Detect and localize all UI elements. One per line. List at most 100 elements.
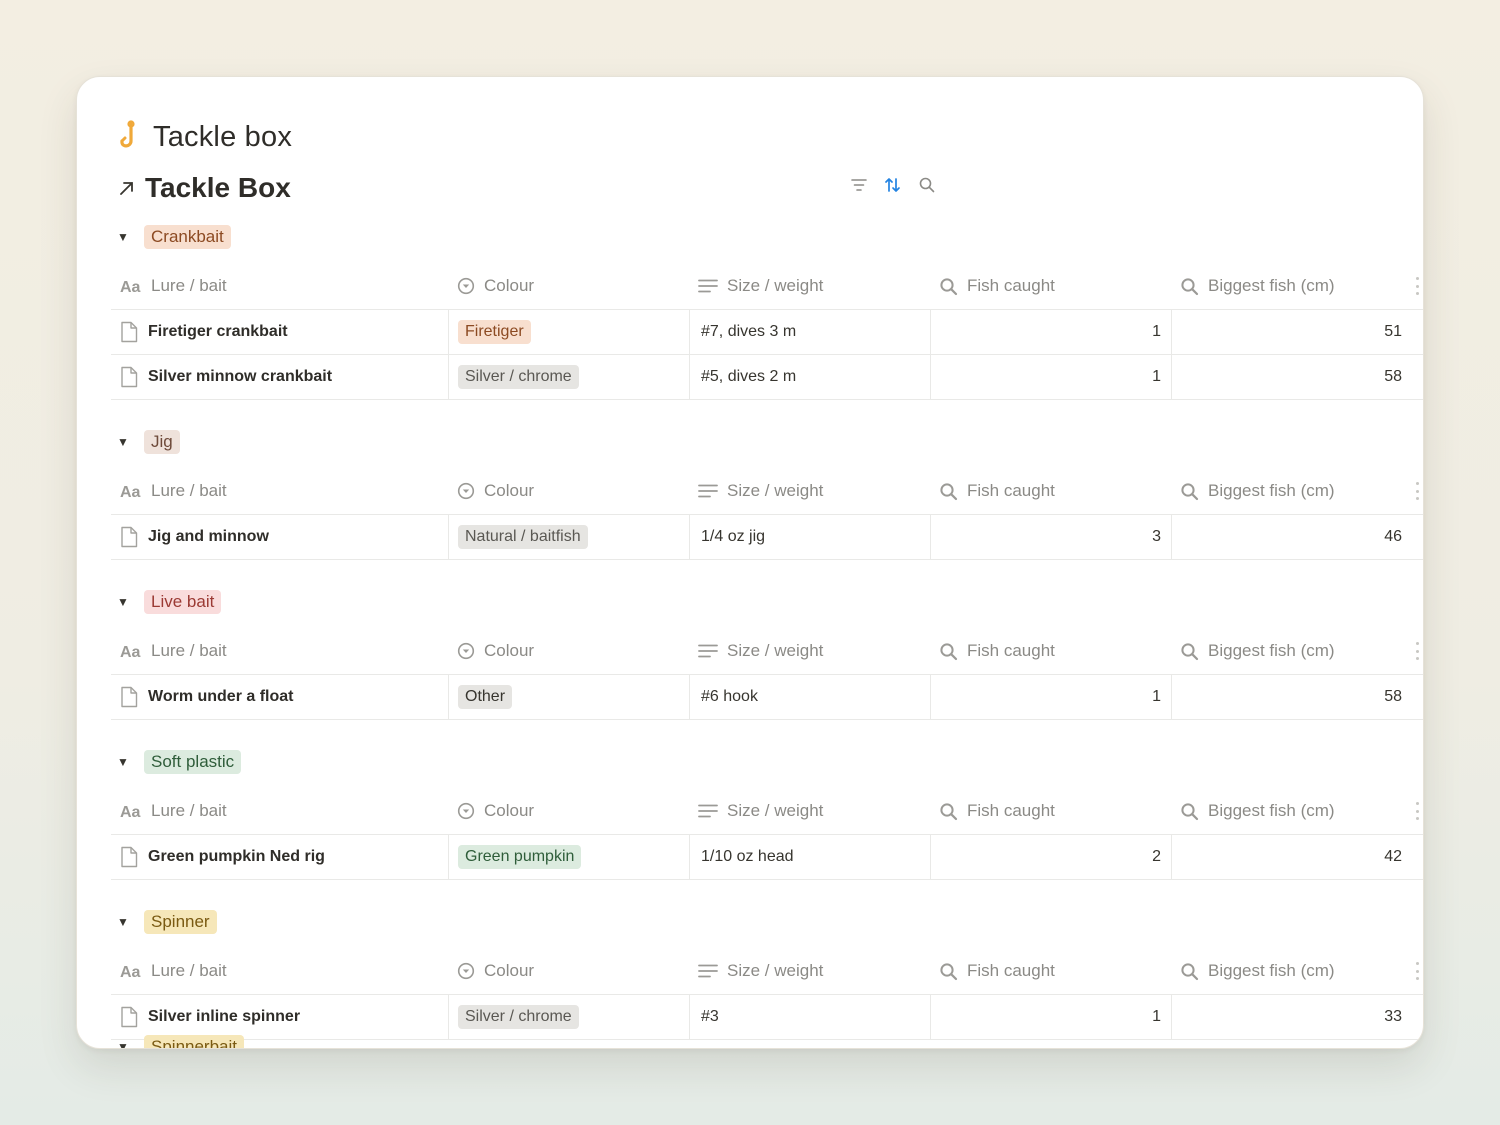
column-header-lure[interactable]: Aa Lure / bait	[111, 788, 448, 834]
cell-biggest-fish[interactable]: 51	[1171, 310, 1412, 354]
toggle-triangle-icon[interactable]: ▼	[117, 1040, 144, 1048]
column-header-size[interactable]: Size / weight	[689, 468, 930, 514]
cell-biggest-fish[interactable]: 46	[1171, 515, 1412, 559]
cell-lure[interactable]: Firetiger crankbait	[111, 310, 448, 354]
more-columns-icon[interactable]	[1416, 802, 1420, 820]
column-header-lure[interactable]: Aa Lure / bait	[111, 948, 448, 994]
cell-lure[interactable]: Silver inline spinner	[111, 995, 448, 1039]
biggest-fish-value: 51	[1384, 323, 1402, 340]
column-header-colour[interactable]: Colour	[448, 788, 689, 834]
cell-lure[interactable]: Worm under a float	[111, 675, 448, 719]
column-header-colour[interactable]: Colour	[448, 468, 689, 514]
cell-size[interactable]: #7, dives 3 m	[689, 310, 930, 354]
column-header-colour[interactable]: Colour	[448, 628, 689, 674]
table-row[interactable]: Firetiger crankbait Firetiger #7, dives 3 …	[111, 310, 1423, 355]
cell-colour[interactable]: Firetiger	[448, 310, 689, 354]
toggle-triangle-icon[interactable]: ▼	[117, 435, 144, 449]
database-title[interactable]: Tackle Box	[145, 172, 291, 204]
group-header[interactable]: ▼ Crankbait	[111, 217, 1423, 257]
column-header-size[interactable]: Size / weight	[689, 788, 930, 834]
cell-colour[interactable]: Silver / chrome	[448, 995, 689, 1039]
more-columns-icon[interactable]	[1416, 642, 1420, 660]
cell-biggest-fish[interactable]: 58	[1171, 355, 1412, 399]
column-header-colour[interactable]: Colour	[448, 263, 689, 309]
column-header-biggest-fish[interactable]: Biggest fish (cm)	[1171, 948, 1412, 994]
column-label: Lure / bait	[151, 961, 227, 980]
database-header[interactable]: Tackle Box	[117, 170, 291, 206]
column-header-size[interactable]: Size / weight	[689, 263, 930, 309]
column-header-row: Aa Lure / bait Colour Size / weight Fish cau…	[111, 948, 1423, 995]
toggle-triangle-icon[interactable]: ▼	[117, 595, 144, 609]
table-row[interactable]: Jig and minnow Natural / baitfish 1/4 oz j…	[111, 515, 1423, 560]
group-header[interactable]: ▼ Spinner	[111, 902, 1423, 942]
lure-name[interactable]: Silver minnow crankbait	[148, 368, 332, 386]
lure-name[interactable]: Silver inline spinner	[148, 1008, 300, 1026]
column-header-lure[interactable]: Aa Lure / bait	[111, 628, 448, 674]
cell-fish-caught[interactable]: 2	[930, 835, 1171, 879]
cell-size[interactable]: 1/4 oz jig	[689, 515, 930, 559]
table-row[interactable]: Silver minnow crankbait Silver / chrome #5…	[111, 355, 1423, 400]
lookup-search-icon	[1181, 277, 1199, 295]
cell-fish-caught[interactable]: 1	[930, 995, 1171, 1039]
column-header-colour[interactable]: Colour	[448, 948, 689, 994]
cell-size[interactable]: #6 hook	[689, 675, 930, 719]
lure-name[interactable]: Green pumpkin Ned rig	[148, 848, 325, 866]
lure-name[interactable]: Worm under a float	[148, 688, 294, 706]
lure-name[interactable]: Jig and minnow	[148, 528, 269, 546]
column-header-biggest-fish[interactable]: Biggest fish (cm)	[1171, 263, 1412, 309]
more-columns-icon[interactable]	[1416, 962, 1420, 980]
cell-size[interactable]: 1/10 oz head	[689, 835, 930, 879]
svg-text:Aa: Aa	[120, 644, 141, 659]
cell-biggest-fish[interactable]: 58	[1171, 675, 1412, 719]
column-header-size[interactable]: Size / weight	[689, 628, 930, 674]
search-icon[interactable]	[917, 175, 937, 195]
column-header-lure[interactable]: Aa Lure / bait	[111, 263, 448, 309]
column-header-lure[interactable]: Aa Lure / bait	[111, 468, 448, 514]
table-row[interactable]: Green pumpkin Ned rig Green pumpkin 1/10 o…	[111, 835, 1423, 880]
filter-icon[interactable]	[849, 175, 869, 195]
cell-lure[interactable]: Jig and minnow	[111, 515, 448, 559]
cell-lure[interactable]: Green pumpkin Ned rig	[111, 835, 448, 879]
text-lines-icon	[698, 484, 718, 498]
cell-fish-caught[interactable]: 1	[930, 310, 1171, 354]
text-lines-icon	[698, 279, 718, 293]
biggest-fish-value: 42	[1384, 848, 1402, 865]
column-header-fish-caught[interactable]: Fish caught	[930, 628, 1171, 674]
group-header[interactable]: ▼ Soft plastic	[111, 742, 1423, 782]
column-label: Fish caught	[967, 641, 1055, 660]
column-header-biggest-fish[interactable]: Biggest fish (cm)	[1171, 788, 1412, 834]
cell-colour[interactable]: Other	[448, 675, 689, 719]
group-header-partial[interactable]: ▼ Spinnerbait	[117, 1035, 245, 1048]
column-header-fish-caught[interactable]: Fish caught	[930, 948, 1171, 994]
column-label: Colour	[484, 961, 535, 980]
column-header-biggest-fish[interactable]: Biggest fish (cm)	[1171, 628, 1412, 674]
column-label: Biggest fish (cm)	[1208, 961, 1335, 980]
table-row[interactable]: Worm under a float Other #6 hook 1 58	[111, 675, 1423, 720]
lure-name[interactable]: Firetiger crankbait	[148, 323, 288, 341]
cell-fish-caught[interactable]: 3	[930, 515, 1171, 559]
more-columns-icon[interactable]	[1416, 482, 1420, 500]
cell-colour[interactable]: Natural / baitfish	[448, 515, 689, 559]
cell-fish-caught[interactable]: 1	[930, 675, 1171, 719]
cell-colour[interactable]: Silver / chrome	[448, 355, 689, 399]
column-header-size[interactable]: Size / weight	[689, 948, 930, 994]
toggle-triangle-icon[interactable]: ▼	[117, 915, 144, 929]
column-header-biggest-fish[interactable]: Biggest fish (cm)	[1171, 468, 1412, 514]
toggle-triangle-icon[interactable]: ▼	[117, 755, 144, 769]
group-header[interactable]: ▼ Live bait	[111, 582, 1423, 622]
group-header[interactable]: ▼ Jig	[111, 422, 1423, 462]
column-header-fish-caught[interactable]: Fish caught	[930, 788, 1171, 834]
column-header-fish-caught[interactable]: Fish caught	[930, 468, 1171, 514]
cell-fish-caught[interactable]: 1	[930, 355, 1171, 399]
cell-size[interactable]: #5, dives 2 m	[689, 355, 930, 399]
cell-lure[interactable]: Silver minnow crankbait	[111, 355, 448, 399]
table-row[interactable]: Silver inline spinner Silver / chrome #3 1 3…	[111, 995, 1423, 1040]
sort-icon[interactable]	[883, 175, 903, 195]
toggle-triangle-icon[interactable]: ▼	[117, 230, 144, 244]
cell-size[interactable]: #3	[689, 995, 930, 1039]
cell-colour[interactable]: Green pumpkin	[448, 835, 689, 879]
column-header-fish-caught[interactable]: Fish caught	[930, 263, 1171, 309]
cell-biggest-fish[interactable]: 42	[1171, 835, 1412, 879]
cell-biggest-fish[interactable]: 33	[1171, 995, 1412, 1039]
more-columns-icon[interactable]	[1416, 277, 1420, 295]
